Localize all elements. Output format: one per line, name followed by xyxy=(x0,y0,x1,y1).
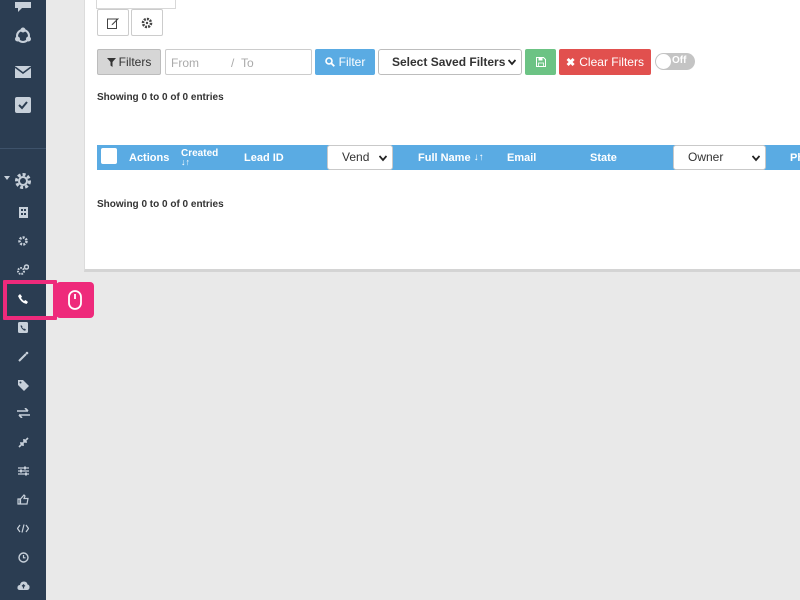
edit-button[interactable] xyxy=(97,9,129,36)
top-tab-stub xyxy=(96,0,176,9)
toggle-label: Off xyxy=(672,55,687,66)
date-range-input[interactable]: From / To xyxy=(165,49,312,75)
magic-wand-icon[interactable] xyxy=(0,348,46,364)
date-from-placeholder: From xyxy=(171,56,199,70)
column-created[interactable]: Created ↓↑ xyxy=(181,145,218,170)
vendor-column-select[interactable]: Vend xyxy=(327,145,393,170)
filters-toggle-switch[interactable]: Off xyxy=(655,53,695,70)
owner-select-label: Owner xyxy=(688,150,724,164)
column-full-name-label: Full Name xyxy=(418,151,471,164)
funnel-icon xyxy=(106,57,116,67)
close-icon: ✖ xyxy=(566,56,576,69)
transfer-icon[interactable] xyxy=(0,405,46,421)
chevron-down-icon xyxy=(508,59,516,66)
column-actions: Actions xyxy=(129,151,170,164)
column-full-name[interactable]: Full Name ↓↑ xyxy=(418,145,484,170)
gears-icon[interactable] xyxy=(0,261,46,277)
floppy-icon xyxy=(535,57,546,67)
search-icon xyxy=(324,57,335,67)
save-filter-button[interactable] xyxy=(525,49,556,75)
checkbox-icon[interactable] xyxy=(0,94,46,116)
date-separator: / xyxy=(231,56,235,70)
owner-column-select[interactable]: Owner xyxy=(673,145,766,170)
active-item-highlight xyxy=(3,280,57,320)
clock-icon[interactable] xyxy=(0,549,46,565)
compress-icon[interactable] xyxy=(0,434,46,450)
filter-button[interactable]: Filter xyxy=(315,49,375,75)
code-icon[interactable] xyxy=(0,520,46,536)
column-state[interactable]: State xyxy=(590,145,617,170)
clear-filters-button[interactable]: ✖ Clear Filters xyxy=(559,49,651,75)
entries-info-top: Showing 0 to 0 of 0 entries xyxy=(97,92,224,103)
filters-label: Filters xyxy=(118,55,152,69)
content-panel: Filters From / To Filter Select Saved Fi… xyxy=(84,0,800,272)
chat-icon[interactable] xyxy=(0,0,46,14)
filters-toggle-button[interactable]: Filters xyxy=(97,49,161,75)
column-email[interactable]: Email xyxy=(507,145,536,170)
saved-filters-select[interactable]: Select Saved Filters xyxy=(378,49,522,75)
toggle-knob xyxy=(656,54,671,69)
building-icon[interactable] xyxy=(0,204,46,220)
column-phone-partial[interactable]: Ph xyxy=(790,145,800,170)
select-all-checkbox[interactable] xyxy=(101,148,117,164)
sort-icon: ↓↑ xyxy=(181,156,190,167)
chevron-down-icon xyxy=(752,155,760,162)
tag-icon[interactable] xyxy=(0,377,46,393)
chevron-down-icon xyxy=(379,155,387,162)
hand-pointer-icon[interactable] xyxy=(0,491,46,507)
mail-icon[interactable] xyxy=(0,62,46,82)
network-icon[interactable] xyxy=(0,24,46,48)
date-to-placeholder: To xyxy=(241,56,254,70)
sliders-icon[interactable] xyxy=(0,463,46,479)
table-header: Actions Created ↓↑ Lead ID Vend Full Nam… xyxy=(97,145,800,170)
gear-icon[interactable] xyxy=(0,170,46,192)
small-gear-icon[interactable] xyxy=(0,233,46,249)
entries-info-bottom: Showing 0 to 0 of 0 entries xyxy=(97,199,224,210)
sidebar-divider xyxy=(0,148,46,149)
edit-icon xyxy=(107,17,119,29)
column-lead-id[interactable]: Lead ID xyxy=(244,145,284,170)
cloud-upload-icon[interactable] xyxy=(0,577,46,593)
sort-icon: ↓↑ xyxy=(473,152,484,163)
clear-filters-label: Clear Filters xyxy=(579,55,644,69)
mouse-icon xyxy=(56,282,94,318)
gear-icon xyxy=(141,17,153,28)
settings-button[interactable] xyxy=(131,9,163,36)
filter-button-label: Filter xyxy=(338,55,366,69)
vendor-select-label: Vend xyxy=(342,150,370,164)
phone-book-icon[interactable] xyxy=(0,319,46,335)
saved-filters-label: Select Saved Filters xyxy=(392,55,506,69)
